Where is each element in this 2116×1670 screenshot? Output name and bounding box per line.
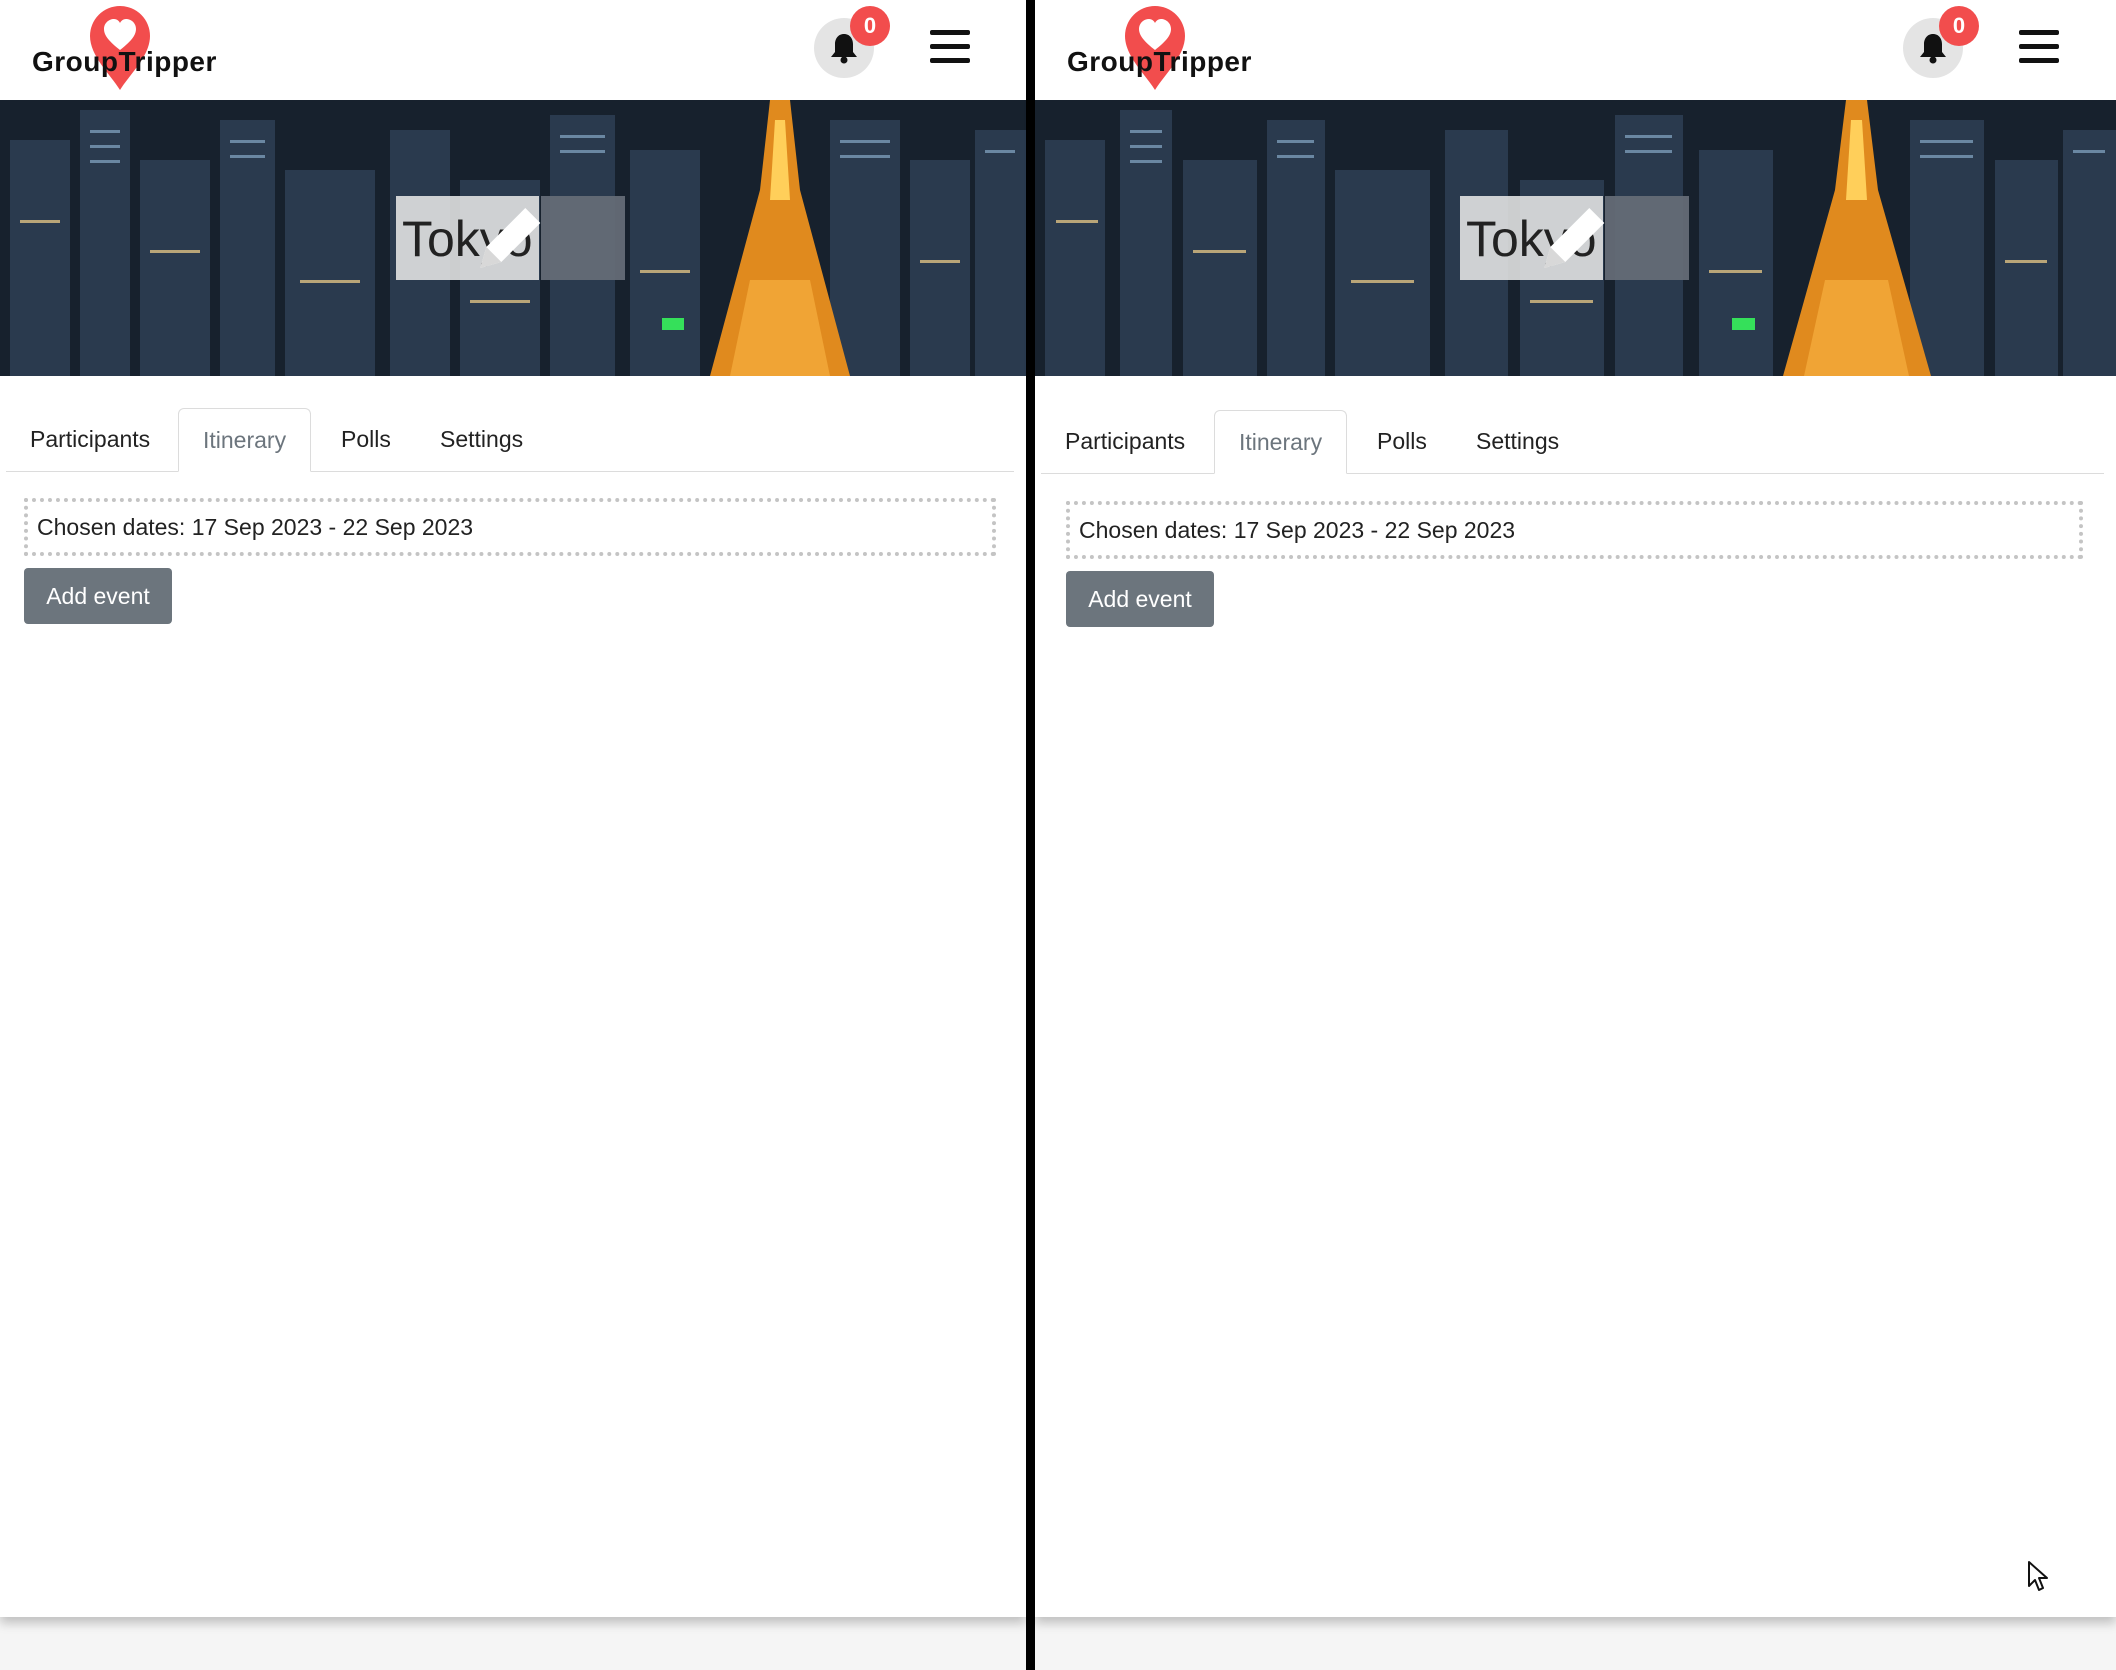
notifications-button[interactable]: 0: [1903, 6, 1979, 78]
window-divider: [1026, 0, 1035, 1670]
notifications-button[interactable]: 0: [814, 6, 890, 78]
trip-title-group: Tokyo: [1460, 196, 1689, 280]
tab-polls[interactable]: Polls: [317, 408, 415, 471]
edit-title-button[interactable]: [480, 196, 625, 280]
hamburger-menu-icon[interactable]: [2019, 30, 2059, 66]
notification-badge: 0: [1939, 6, 1979, 46]
pencil-icon: [480, 208, 541, 268]
trip-tabs: Participants Itinerary Polls Settings: [6, 408, 1014, 472]
trip-banner: Tokyo: [1035, 100, 2116, 376]
brand-name: GroupTripper: [1067, 46, 1252, 77]
brand-logo[interactable]: GroupTripper: [1067, 0, 1267, 100]
navbar: GroupTripper 0: [1035, 0, 2116, 100]
cursor-icon: [2028, 1561, 2048, 1591]
trip-tabs: Participants Itinerary Polls Settings: [1041, 410, 2104, 474]
navbar: GroupTripper 0: [0, 0, 1026, 100]
edit-title-button[interactable]: [1544, 196, 1689, 280]
hamburger-menu-icon[interactable]: [930, 30, 970, 66]
brand-name: GroupTripper: [32, 46, 217, 77]
tab-participants[interactable]: Participants: [6, 408, 174, 471]
pencil-icon: [1544, 208, 1605, 268]
tab-settings[interactable]: Settings: [416, 408, 547, 471]
tab-itinerary[interactable]: Itinerary: [1214, 410, 1348, 474]
tab-itinerary[interactable]: Itinerary: [178, 408, 312, 472]
tab-polls[interactable]: Polls: [1353, 410, 1451, 473]
trip-banner: Tokyo: [0, 100, 1026, 376]
tab-participants[interactable]: Participants: [1041, 410, 1209, 473]
trip-title-group: Tokyo: [396, 196, 625, 280]
chosen-dates: Chosen dates: 17 Sep 2023 - 22 Sep 2023: [24, 498, 996, 556]
chosen-dates: Chosen dates: 17 Sep 2023 - 22 Sep 2023: [1066, 501, 2083, 559]
brand-logo[interactable]: GroupTripper: [32, 0, 232, 100]
app-window-left: GroupTripper 0 Tokyo Participants Itiner…: [0, 0, 1026, 1617]
app-window-right: GroupTripper 0 Tokyo Participants Itiner…: [1035, 0, 2116, 1617]
notification-badge: 0: [850, 6, 890, 46]
add-event-button[interactable]: Add event: [24, 568, 172, 624]
add-event-button[interactable]: Add event: [1066, 571, 1214, 627]
tab-settings[interactable]: Settings: [1452, 410, 1583, 473]
